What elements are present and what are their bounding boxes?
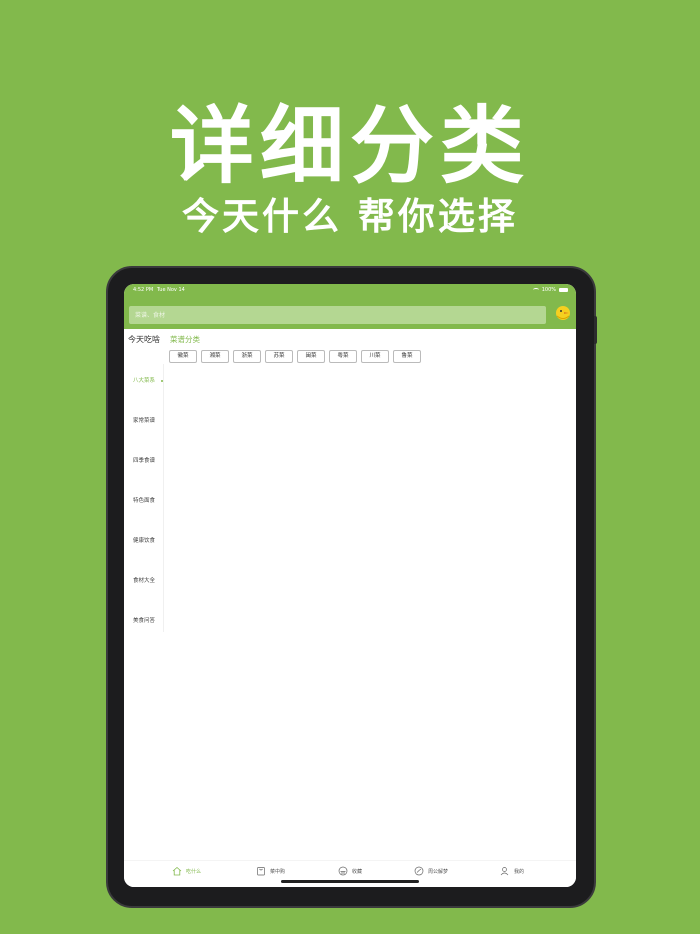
today-eat-title: 今天吃啥 (128, 335, 160, 344)
user-icon (500, 867, 509, 876)
tab-dreams[interactable]: 周公解梦 (414, 864, 448, 878)
promo-headline: 详细分类 (169, 97, 530, 195)
sidebar-item-qa[interactable]: 美食问答 (124, 614, 164, 628)
tag-cuisine[interactable]: 鲁菜 (393, 350, 421, 363)
status-bar: 4:52 PM Tue Nov 14 100% (124, 284, 576, 296)
tab-label: 收藏 (352, 868, 363, 875)
tab-mine[interactable]: 我的 (500, 864, 524, 878)
tab-shop[interactable]: 菜中购 (256, 864, 285, 878)
tag-cuisine[interactable]: 闽菜 (297, 350, 325, 363)
recipe-category-title: 菜谱分类 (170, 335, 200, 344)
sidebar-item-home-recipes[interactable]: 家常菜谱 (124, 414, 164, 428)
status-date: Tue Nov 14 (157, 287, 185, 293)
tab-label: 周公解梦 (428, 868, 449, 875)
sidebar-item-noodles[interactable]: 特色面食 (124, 494, 164, 508)
tab-eat[interactable]: 吃什么 (172, 864, 201, 878)
sidebar-item-cuisines[interactable]: 八大菜系 (124, 374, 164, 388)
tag-cuisine[interactable]: 川菜 (361, 350, 389, 363)
moon-icon (414, 866, 424, 876)
sidebar-item-seasonal[interactable]: 四季食谱 (124, 454, 164, 468)
tab-label: 我的 (514, 868, 525, 875)
battery-icon (559, 288, 568, 292)
sidebar-active-indicator (161, 380, 163, 382)
app-screen: 4:52 PM Tue Nov 14 100% 今天吃啥 菜谱分类 徽菜 湘菜 … (124, 284, 576, 887)
content-area (164, 370, 576, 830)
sidebar-item-healthy[interactable]: 健康饮食 (124, 534, 164, 548)
home-indicator (281, 880, 419, 883)
tab-favorites[interactable]: 收藏 (338, 864, 362, 878)
tablet-side-button (594, 316, 597, 344)
tag-cuisine[interactable]: 浙菜 (233, 350, 261, 363)
tag-cuisine[interactable]: 粤菜 (329, 350, 357, 363)
sidebar-item-ingredients[interactable]: 食材大全 (124, 574, 164, 588)
home-icon (172, 866, 182, 876)
wifi-icon (532, 288, 539, 292)
tag-cuisine[interactable]: 湘菜 (201, 350, 229, 363)
bag-icon (257, 867, 265, 876)
status-time: 4:52 PM (133, 287, 154, 293)
avatar-icon[interactable] (554, 304, 572, 322)
search-input[interactable] (129, 306, 546, 324)
tab-label: 吃什么 (186, 868, 202, 875)
tag-cuisine[interactable]: 苏菜 (265, 350, 293, 363)
tag-cuisine[interactable]: 徽菜 (169, 350, 197, 363)
category-sidebar: 八大菜系 家常菜谱 四季食谱 特色面食 健康饮食 食材大全 美食问答 (124, 364, 164, 632)
pot-icon (338, 866, 348, 876)
cuisine-tag-row: 徽菜 湘菜 浙菜 苏菜 闽菜 粤菜 川菜 鲁菜 (169, 350, 421, 363)
nav-bar (124, 296, 576, 329)
tab-label: 菜中购 (270, 868, 286, 875)
promo-subline: 今天什么 帮你选择 (182, 195, 518, 238)
battery-percent: 100% (541, 287, 556, 293)
